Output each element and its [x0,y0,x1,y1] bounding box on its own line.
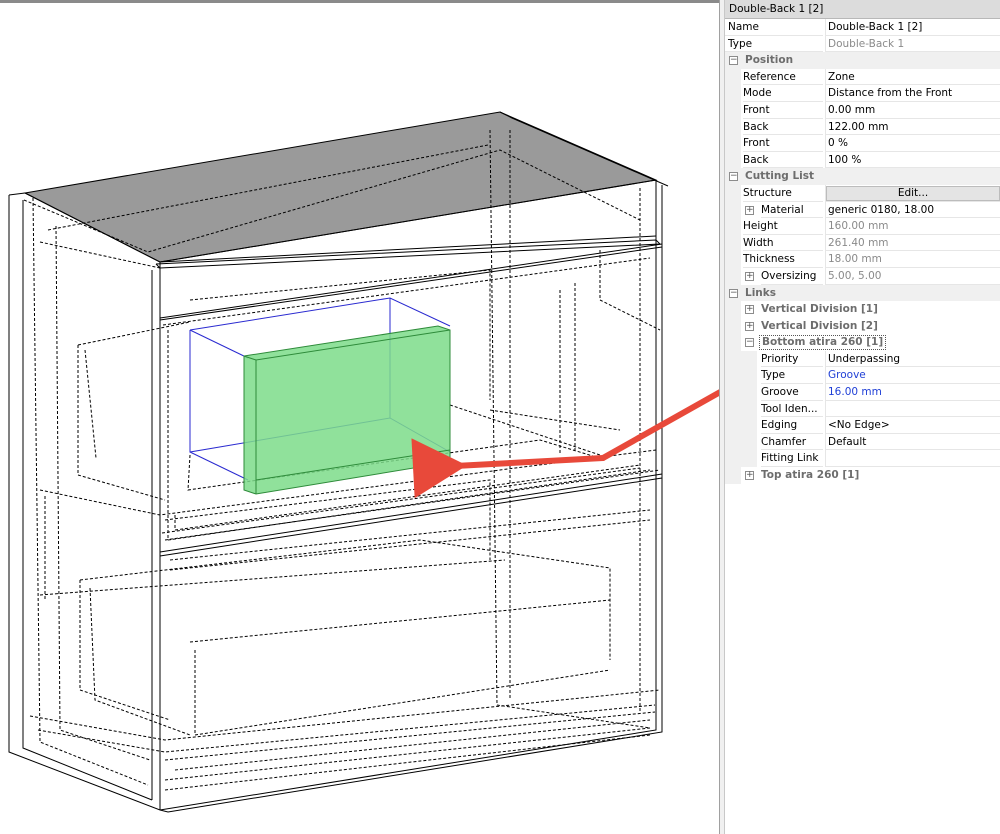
link-label: Bottom atira 260 [1] [759,335,887,351]
prop-label: Oversizing [761,268,823,285]
prop-label: Back [743,119,823,136]
prop-row-name[interactable]: Name Double-Back 1 [2] [725,19,1000,36]
prop-row-reference[interactable]: Reference Zone [725,68,1000,86]
prop-label: Structure [743,185,823,202]
prop-row-thickness[interactable]: Thickness 18.00 mm [725,251,1000,268]
expand-icon[interactable]: + [745,471,754,481]
prop-value[interactable]: 100 % [825,151,1000,169]
prop-row-link-type[interactable]: Type Groove [725,367,1000,385]
prop-row-mode[interactable]: Mode Distance from the Front [725,85,1000,102]
prop-value[interactable] [825,400,1000,418]
prop-row-width[interactable]: Width 261.40 mm [725,234,1000,252]
link-label: Vertical Division [2] [761,319,878,332]
prop-value[interactable]: Double-Back 1 [2] [825,19,1000,36]
prop-label: Type [761,367,823,385]
properties-panel: Double-Back 1 [2] Name Double-Back 1 [2]… [725,0,1000,834]
properties-header: Double-Back 1 [2] [725,0,1000,19]
expand-icon[interactable]: + [745,321,754,331]
prop-value[interactable]: 0 % [825,135,1000,152]
category-cutting-list[interactable]: − Cutting List [725,168,1000,185]
prop-row-structure[interactable]: Structure Edit... [725,184,1000,202]
prop-row-groove[interactable]: Groove 16.00 mm [725,384,1000,401]
expand-icon[interactable]: + [745,271,754,281]
prop-label: Front [743,102,823,119]
prop-label: Reference [743,69,823,86]
prop-label: Material [761,202,823,219]
prop-label: Groove [761,384,823,401]
cabinet-wireframe-drawing [8,111,719,813]
prop-label: Mode [743,85,823,102]
prop-label: Name [725,19,823,36]
link-vertical-division-2[interactable]: + Vertical Division [2] [725,317,1000,335]
prop-label: Back [743,152,823,169]
collapse-icon[interactable]: − [745,338,754,348]
prop-label: Fitting Link [761,450,823,468]
prop-value: 160.00 mm [825,218,1000,235]
prop-row-type[interactable]: Type Double-Back 1 [725,35,1000,53]
prop-row-height[interactable]: Height 160.00 mm [725,218,1000,235]
annotation-arrow [411,389,719,499]
prop-value[interactable]: 0.00 mm [825,101,1000,119]
prop-value: 5.00, 5.00 [825,267,1000,285]
prop-label: Edging [761,417,823,434]
prop-value[interactable]: Groove [825,367,1000,385]
prop-value[interactable]: 122.00 mm [825,118,1000,136]
prop-row-back[interactable]: Back 122.00 mm [725,118,1000,136]
prop-value: 261.40 mm [825,234,1000,252]
prop-row-material[interactable]: + Material generic 0180, 18.00 [725,201,1000,219]
category-label: Position [745,54,794,67]
prop-label: Thickness [743,251,823,268]
prop-row-edging[interactable]: Edging <No Edge> [725,417,1000,434]
prop-row-front[interactable]: Front 0.00 mm [725,101,1000,119]
prop-value[interactable]: Distance from the Front [825,85,1000,102]
prop-label: Front [743,135,823,152]
cabinet-top-panel [23,111,658,263]
prop-label: Tool Iden... [761,401,823,418]
expand-icon[interactable]: + [745,205,754,215]
prop-value[interactable]: Default [825,433,1000,451]
prop-row-back-percent[interactable]: Back 100 % [725,151,1000,169]
prop-label: Height [743,218,823,235]
category-position[interactable]: − Position [725,52,1000,69]
prop-row-fitting-link[interactable]: Fitting Link [725,450,1000,468]
collapse-icon[interactable]: − [729,56,738,66]
structure-edit-button[interactable]: Edit... [826,185,1000,201]
prop-label: Chamfer [761,434,823,451]
prop-value: 18.00 mm [825,251,1000,268]
link-label: Top atira 260 [1] [761,469,860,482]
expand-icon[interactable]: + [745,305,754,315]
prop-value: Double-Back 1 [825,35,1000,53]
prop-value[interactable]: <No Edge> [825,417,1000,434]
prop-value[interactable]: generic 0180, 18.00 [825,201,1000,219]
prop-row-priority[interactable]: Priority Underpassing [725,350,1000,368]
prop-row-tool-identifier[interactable]: Tool Iden... [725,400,1000,418]
prop-row-front-percent[interactable]: Front 0 % [725,135,1000,152]
prop-row-oversizing[interactable]: + Oversizing 5.00, 5.00 [725,267,1000,285]
category-links[interactable]: − Links [725,284,1000,302]
collapse-icon[interactable]: − [729,288,738,298]
link-top-atira[interactable]: + Top atira 260 [1] [725,467,1000,484]
category-label: Links [745,286,776,299]
prop-row-chamfer[interactable]: Chamfer Default [725,433,1000,451]
prop-label: Width [743,235,823,252]
category-label: Cutting List [745,170,815,183]
link-label: Vertical Division [1] [761,303,878,316]
collapse-icon[interactable]: − [729,172,738,182]
link-bottom-atira[interactable]: − Bottom atira 260 [1] [725,334,1000,351]
prop-label: Type [725,36,823,53]
prop-label: Priority [761,351,823,368]
double-back-panel-highlight [243,325,451,495]
prop-value[interactable]: Zone [825,68,1000,86]
3d-viewport[interactable] [0,0,719,834]
prop-value[interactable]: 16.00 mm [825,384,1000,401]
prop-value[interactable] [825,450,1000,468]
prop-value[interactable]: Underpassing [825,350,1000,368]
link-vertical-division-1[interactable]: + Vertical Division [1] [725,301,1000,318]
